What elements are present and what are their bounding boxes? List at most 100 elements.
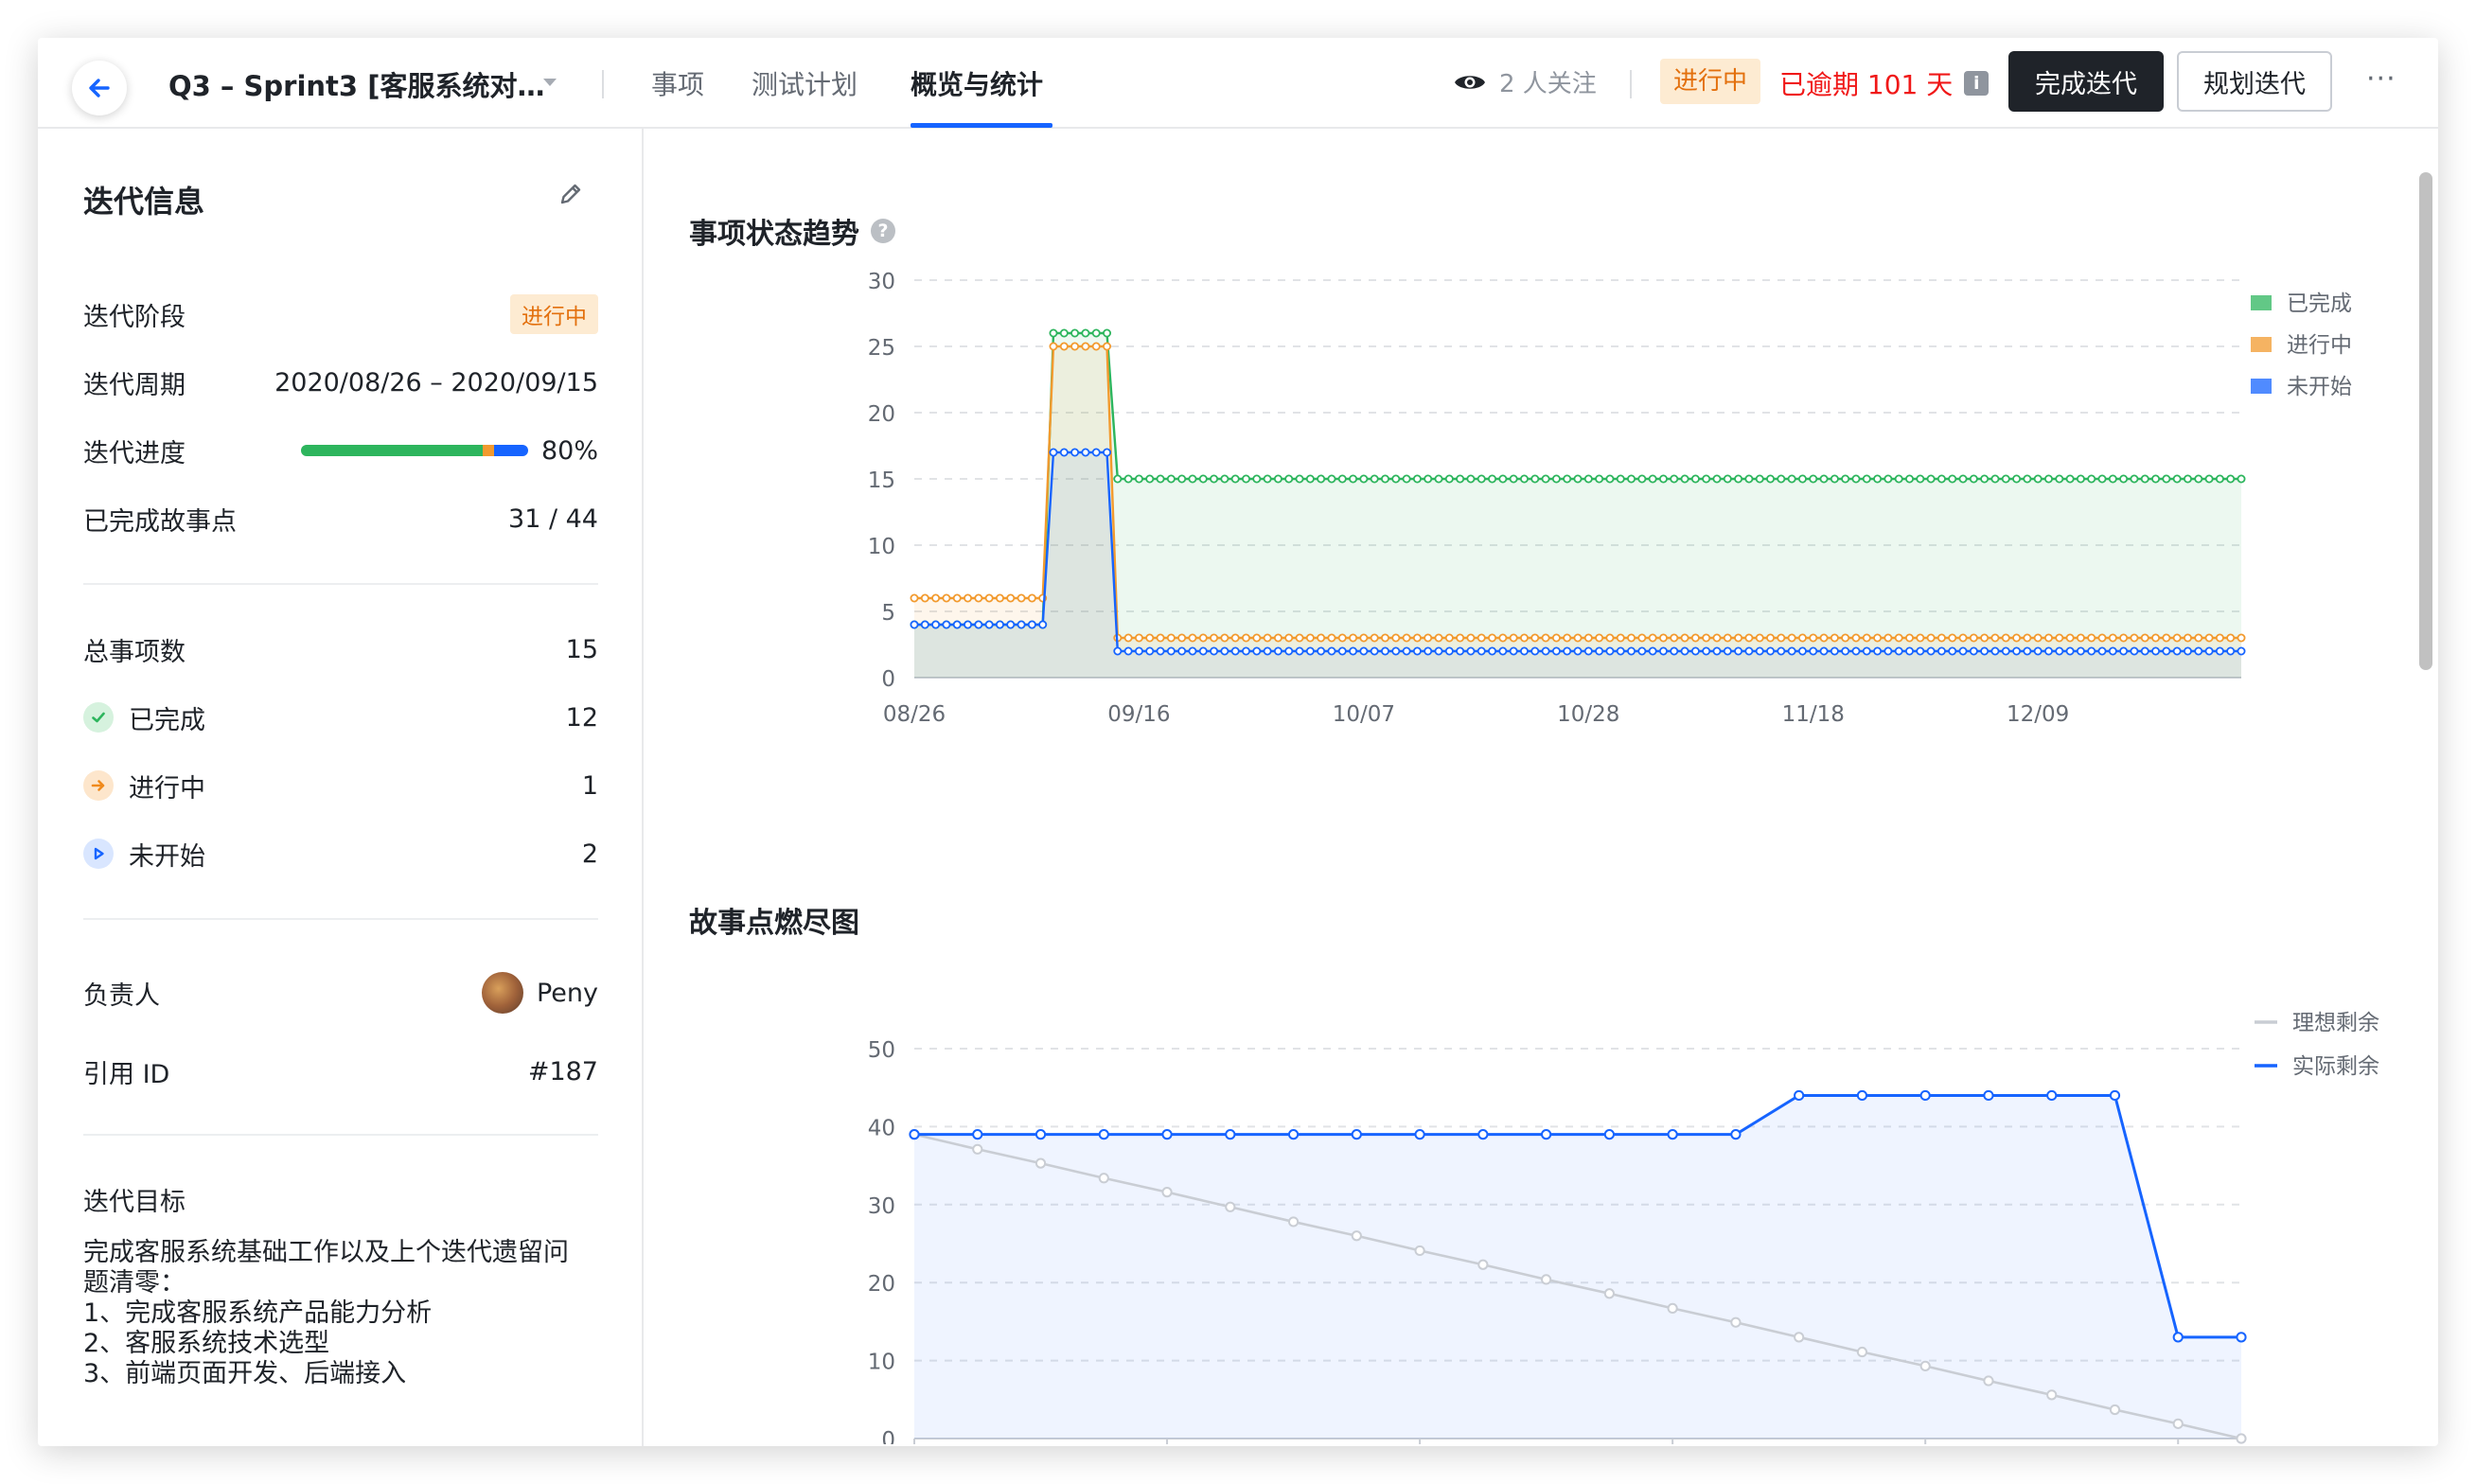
- progress-not-started-segment: [493, 445, 528, 456]
- owner[interactable]: Peny: [481, 972, 598, 1014]
- y-tick-label: 30: [868, 1194, 895, 1219]
- data-point: [1305, 633, 1315, 643]
- stage-label: 迭代阶段: [83, 302, 186, 332]
- data-point: [984, 593, 994, 603]
- data-point: [1755, 474, 1764, 484]
- scrollbar[interactable]: [2415, 131, 2434, 1444]
- data-point: [2172, 1332, 2184, 1343]
- data-point: [2046, 1089, 2058, 1102]
- burndown-chart: 0102030405008/2508/2909/0209/0609/1009/1…: [868, 1011, 2379, 1444]
- in-progress-items-row[interactable]: 进行中 1: [83, 767, 598, 804]
- pencil-icon[interactable]: [557, 180, 585, 208]
- data-point: [1103, 448, 1112, 457]
- data-point: [1327, 633, 1336, 643]
- data-point: [2140, 474, 2149, 484]
- data-point: [1488, 474, 1497, 484]
- data-point: [920, 620, 929, 629]
- back-button[interactable]: [72, 61, 127, 115]
- data-point: [2012, 646, 2022, 656]
- panel-title: 迭代信息: [83, 184, 205, 220]
- iteration-title[interactable]: Q3 – Sprint3 [客服系统对…: [168, 64, 544, 104]
- data-point: [1317, 633, 1326, 643]
- info-icon[interactable]: i: [1964, 71, 1990, 96]
- data-point: [2087, 646, 2096, 656]
- x-tick-label: 08/26: [883, 702, 946, 727]
- period-value: 2020/08/26 – 2020/09/15: [274, 367, 598, 398]
- data-point: [1990, 633, 2000, 643]
- data-point: [1091, 342, 1101, 351]
- caret-down-icon[interactable]: [541, 76, 558, 89]
- data-point: [1873, 633, 1883, 643]
- stage-row: 迭代阶段 进行中: [83, 294, 598, 334]
- data-point: [1648, 633, 1657, 643]
- legend-label: 进行中: [2287, 333, 2352, 358]
- data-point: [1295, 633, 1304, 643]
- data-point: [1919, 1360, 1931, 1371]
- data-point: [1252, 633, 1262, 643]
- data-point: [1017, 593, 1026, 603]
- data-point: [2237, 633, 2246, 643]
- data-point: [1616, 474, 1625, 484]
- data-point: [1605, 474, 1615, 484]
- tab-items[interactable]: 事项: [651, 64, 704, 102]
- data-point: [1049, 342, 1058, 351]
- data-point: [1797, 633, 1807, 643]
- data-point: [1980, 633, 1990, 643]
- y-tick-label: 30: [868, 270, 895, 294]
- tab-overview-stats[interactable]: 概览与统计: [911, 64, 1043, 102]
- data-point: [2001, 474, 2010, 484]
- data-point: [1969, 633, 1978, 643]
- statistics-panel: 事项状态趋势 ? 0 5 10 15 20 25 30 08/26 09/16 10/07 10/2…: [646, 129, 2438, 1446]
- more-icon[interactable]: ···: [2366, 62, 2396, 96]
- watchers[interactable]: 2 人关注: [1454, 64, 1597, 99]
- reference-id-value: #187: [527, 1056, 598, 1086]
- owner-row: 负责人 Peny: [83, 969, 598, 1016]
- scrollbar-thumb[interactable]: [2419, 172, 2432, 670]
- data-point: [2130, 474, 2139, 484]
- not-started-items-row[interactable]: 未开始 2: [83, 835, 598, 873]
- data-point: [1563, 646, 1572, 656]
- data-point: [1830, 646, 1839, 656]
- data-point: [1862, 646, 1871, 656]
- data-point: [2087, 474, 2096, 484]
- data-point: [1166, 474, 1176, 484]
- stage-badge: 进行中: [510, 294, 598, 334]
- total-items-row: 总事项数 15: [83, 630, 598, 668]
- data-point: [1327, 474, 1336, 484]
- data-point: [1006, 593, 1016, 603]
- data-point: [1402, 474, 1411, 484]
- data-point: [1166, 633, 1176, 643]
- data-point: [1123, 646, 1133, 656]
- data-point: [1466, 646, 1476, 656]
- data-point: [1017, 620, 1026, 629]
- data-point: [1777, 633, 1786, 643]
- data-point: [942, 620, 951, 629]
- help-icon[interactable]: ?: [871, 219, 895, 243]
- data-point: [964, 593, 973, 603]
- data-point: [2023, 646, 2032, 656]
- data-point: [1305, 474, 1315, 484]
- data-point: [1456, 633, 1465, 643]
- data-point: [2172, 474, 2182, 484]
- data-point: [1434, 474, 1443, 484]
- data-point: [1424, 633, 1433, 643]
- data-point: [1161, 1187, 1173, 1198]
- data-point: [1424, 646, 1433, 656]
- plan-iteration-button[interactable]: 规划迭代: [2177, 51, 2332, 112]
- tab-test-plan[interactable]: 测试计划: [752, 64, 858, 102]
- data-point: [1595, 633, 1604, 643]
- data-point: [1337, 474, 1347, 484]
- data-point: [1787, 646, 1796, 656]
- completed-items-row[interactable]: 已完成 12: [83, 698, 598, 736]
- data-point: [1434, 633, 1443, 643]
- complete-iteration-button[interactable]: 完成迭代: [2008, 51, 2164, 112]
- legend-swatch: [2251, 379, 2272, 394]
- data-point: [1851, 474, 1861, 484]
- data-point: [1242, 646, 1251, 656]
- data-point: [1916, 646, 1925, 656]
- header-separator: [602, 70, 604, 98]
- in-progress-value: 1: [581, 770, 598, 801]
- data-point: [1884, 633, 1893, 643]
- data-point: [910, 593, 919, 603]
- legend-label: 理想剩余: [2292, 1011, 2379, 1035]
